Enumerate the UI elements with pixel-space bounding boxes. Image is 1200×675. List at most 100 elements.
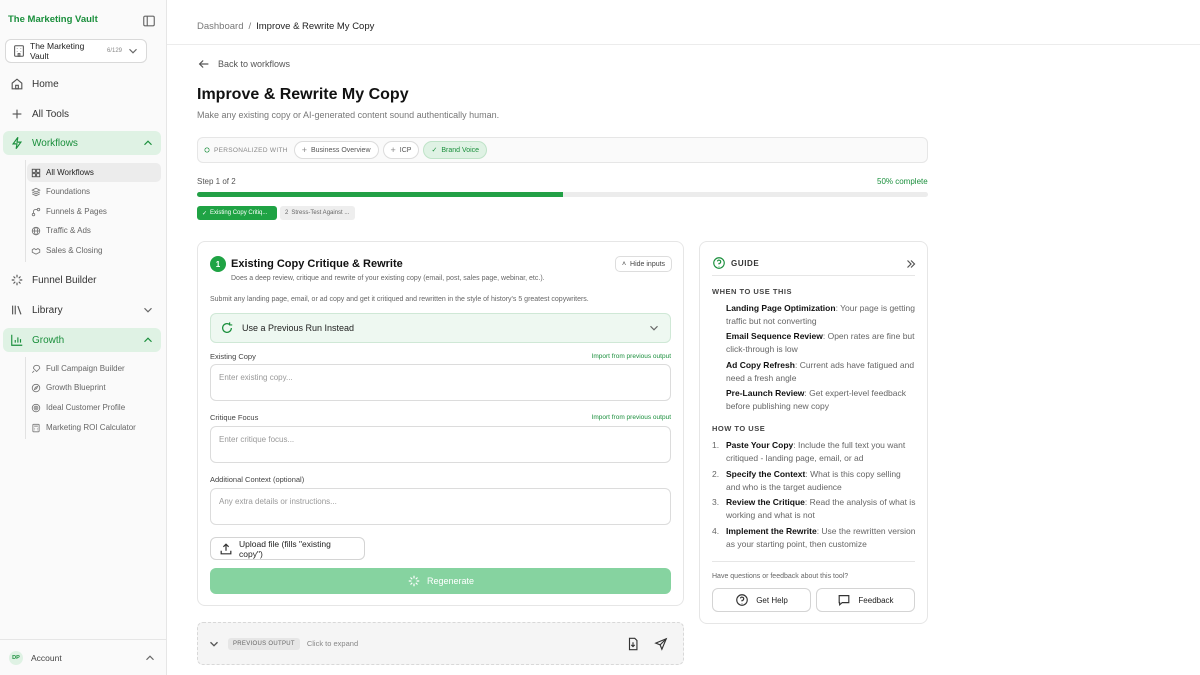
download-doc-icon[interactable] [626,637,640,651]
sidebar-item-all-workflows[interactable]: All Workflows [27,163,161,182]
sidebar-item-library[interactable]: Library [3,298,161,322]
import-previous-output-link[interactable]: Import from previous output [592,414,671,421]
personalized-label-text: PERSONALIZED WITH [214,146,288,154]
top-bar: Dashboard / Improve & Rewrite My Copy [167,0,1200,45]
sidebar-item-label: Library [32,304,63,316]
guide-when-item: Landing Page Optimization: Your page is … [726,302,916,328]
help-circle-icon [735,593,749,607]
sidebar-item-label: Workflows [32,137,78,149]
workspace-switcher[interactable]: The Marketing Vault 6/129 [5,39,147,63]
regenerate-button[interactable]: Regenerate [210,568,671,594]
step-tab-label: Existing Copy Critiq... [210,210,268,216]
chevron-up-icon [141,333,155,347]
guide-how-item: Review the Critique: Read the analysis o… [726,496,916,522]
existing-copy-input[interactable]: Enter existing copy... [210,364,671,401]
step-tab-label: Stress-Test Against ... [291,210,350,216]
sidebar-item-workflows[interactable]: Workflows [3,131,161,155]
sidebar-item-marketing-roi-calculator[interactable]: Marketing ROI Calculator [27,418,161,437]
sidebar-item-label: Ideal Customer Profile [46,403,126,412]
guide-item-title: Landing Page Optimization [726,303,836,313]
guide-how-item: Specify the Context: What is this copy s… [726,468,916,494]
step-tab-1[interactable]: ✓ Existing Copy Critiq... [197,206,277,220]
step-tab-2[interactable]: 2 Stress-Test Against ... [280,206,355,220]
library-icon [10,303,24,317]
sidebar-item-funnels-pages[interactable]: Funnels & Pages [27,202,161,221]
chevron-down-icon [207,637,221,651]
sidebar-item-label: Growth Blueprint [46,383,106,392]
get-help-label: Get Help [756,595,788,605]
check-icon: ✓ [202,210,208,217]
upload-file-button[interactable]: Upload file (fills "existing copy") [210,537,365,560]
chevron-down-icon [141,303,155,317]
use-previous-run-dropdown[interactable]: Use a Previous Run Instead [210,313,671,343]
breadcrumb-current: Improve & Rewrite My Copy [256,21,375,32]
account-label: Account [31,652,62,663]
back-to-workflows-link[interactable]: Back to workflows [197,57,290,71]
divider [712,561,915,562]
sidebar-item-label: Funnels & Pages [46,207,107,216]
chip-icp[interactable]: + ICP [382,141,420,159]
feedback-label: Feedback [858,595,894,605]
when-to-use-heading: WHEN TO USE THIS [712,287,792,296]
sidebar-item-home[interactable]: Home [3,72,161,96]
sidebar-item-growth-blueprint[interactable]: Growth Blueprint [27,378,161,397]
progress-bar-fill [197,192,563,197]
step-description: Does a deep review, critique and rewrite… [231,275,545,282]
handshake-icon [31,246,41,256]
guide-step-number: 4. [712,526,720,536]
upload-label: Upload file (fills "existing copy") [239,538,331,559]
guide-when-item: Pre-Launch Review: Get expert-level feed… [726,387,916,413]
sidebar-item-growth[interactable]: Growth [3,328,161,352]
import-previous-output-link[interactable]: Import from previous output [592,353,671,360]
previous-output-panel[interactable]: PREVIOUS OUTPUT Click to expand [197,622,684,665]
feedback-button[interactable]: Feedback [816,588,915,612]
critique-focus-input[interactable]: Enter critique focus... [210,426,671,463]
sidebar: The Marketing Vault The Marketing Vault … [0,0,167,675]
home-icon [10,77,24,91]
guide-item-title: Implement the Rewrite [726,526,817,536]
brand-name: The Marketing Vault [8,14,98,25]
chip-business-overview[interactable]: + Business Overview [293,141,379,159]
layers-icon [31,187,41,197]
sidebar-item-all-tools[interactable]: All Tools [3,102,161,126]
sidebar-item-traffic-ads[interactable]: Traffic & Ads [27,221,161,240]
guide-when-item: Email Sequence Review: Open rates are fi… [726,330,916,356]
sidebar-item-funnel-builder[interactable]: Funnel Builder [3,268,161,292]
sidebar-item-foundations[interactable]: Foundations [27,182,161,201]
sparkle-icon [407,574,421,588]
sidebar-item-ideal-customer-profile[interactable]: Ideal Customer Profile [27,398,161,417]
guide-how-item: Implement the Rewrite: Use the rewritten… [726,525,916,551]
step-title: Existing Copy Critique & Rewrite [231,258,403,270]
refresh-icon [220,321,234,335]
get-help-button[interactable]: Get Help [712,588,811,612]
previous-run-label: Use a Previous Run Instead [242,323,355,333]
step-card: 1 Existing Copy Critique & Rewrite Does … [197,241,684,606]
collapse-guide-icon[interactable] [904,257,918,271]
page-subtitle: Make any existing copy or AI-generated c… [197,110,500,120]
breadcrumb-root[interactable]: Dashboard [197,21,243,32]
guide-item-title: Ad Copy Refresh [726,360,795,370]
additional-context-input[interactable]: Any extra details or instructions... [210,488,671,525]
plus-icon: + [390,145,396,155]
sidebar-toggle-icon[interactable] [142,14,156,28]
funnel-route-icon [31,207,41,217]
chip-label: Business Overview [310,146,371,154]
guide-item-title: Email Sequence Review [726,331,823,341]
guide-title: GUIDE [731,258,760,268]
account-menu[interactable]: DP Account [0,639,166,675]
step-number-badge: 1 [210,256,226,272]
sidebar-item-label: Growth [32,334,65,346]
guide-step-number: 2. [712,469,720,479]
sidebar-item-sales-closing[interactable]: Sales & Closing [27,241,161,260]
sidebar-item-label: Full Campaign Builder [46,364,125,373]
page-title: Improve & Rewrite My Copy [197,86,409,103]
existing-copy-label: Existing Copy [210,352,256,361]
sidebar-item-full-campaign-builder[interactable]: Full Campaign Builder [27,359,161,378]
regenerate-label: Regenerate [426,576,475,586]
chip-brand-voice[interactable]: ✓ Brand Voice [423,141,488,159]
guide-panel: GUIDE WHEN TO USE THIS Landing Page Opti… [699,241,928,624]
send-icon[interactable] [654,637,668,651]
sidebar-item-label: Sales & Closing [46,246,103,255]
hide-inputs-button[interactable]: ˄ Hide inputs [615,256,672,272]
guide-item-title: Paste Your Copy [726,440,794,450]
